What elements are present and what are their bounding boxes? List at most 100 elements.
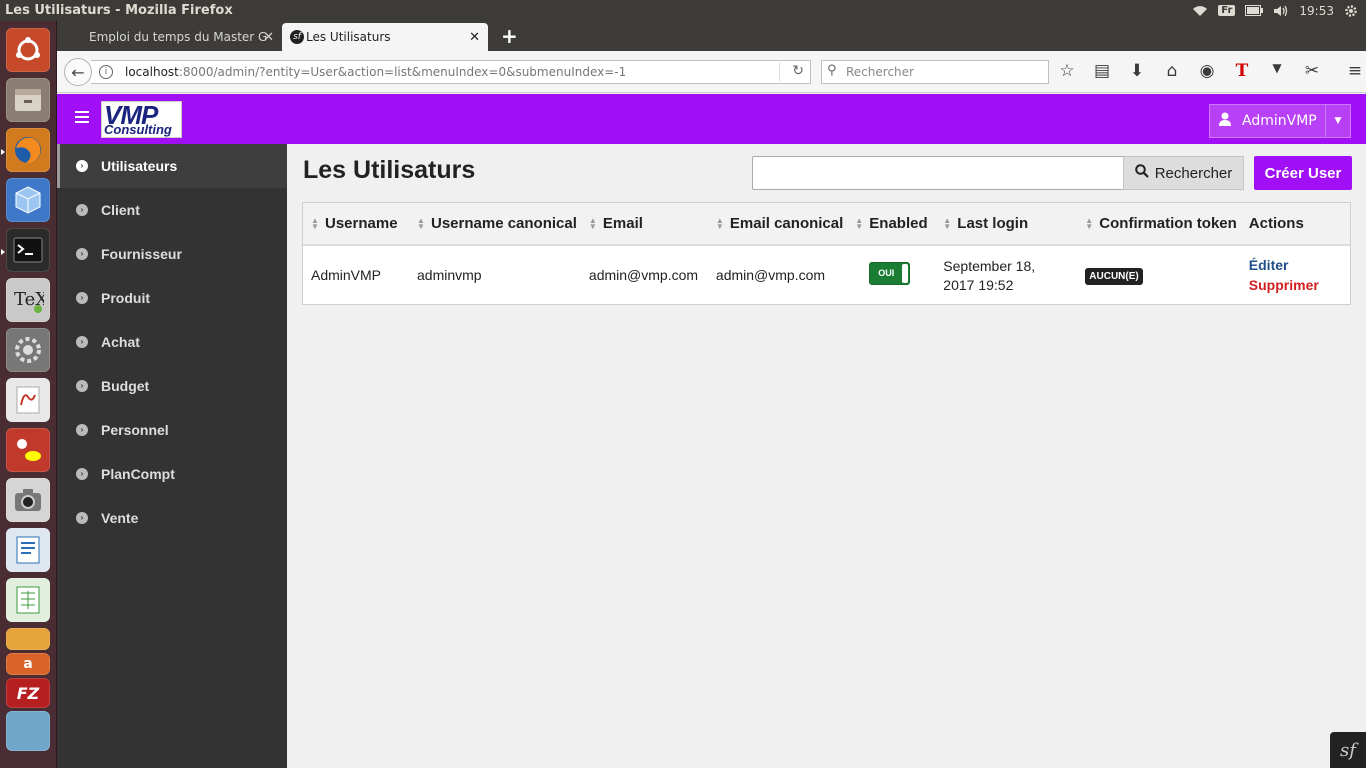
symfony-toolbar-icon[interactable]: sf [1330,732,1366,768]
impress-icon[interactable] [6,628,50,650]
vmp-logo[interactable]: VMP Consulting [101,100,182,138]
reading-list-icon[interactable]: ▤ [1092,61,1112,81]
hamburger-menu-icon[interactable]: ≡ [1345,61,1365,81]
sidebar-item-label: Utilisateurs [101,158,178,174]
texmaker-icon[interactable]: TeX [6,278,50,322]
translate-t-icon[interactable]: T [1232,61,1252,81]
column-header-username-canonical[interactable]: ▲ ▼ Username canonical [409,203,581,246]
clock[interactable]: 19:53 [1299,4,1334,18]
cell-actions: Éditer Supprimer [1241,245,1350,304]
calc-icon[interactable] [6,578,50,622]
user-name: AdminVMP [1242,113,1317,129]
enabled-toggle[interactable]: OUI [869,262,911,285]
virtualbox-icon[interactable] [6,178,50,222]
terminal-icon[interactable] [6,228,50,272]
camera-icon[interactable] [6,478,50,522]
cell-username-canonical: adminvmp [417,267,482,283]
search-icon: ⚲ [827,63,837,78]
back-arrow-icon[interactable]: ← [64,58,92,86]
sidebar-item-produit[interactable]: › Produit [57,276,287,320]
bookmark-star-icon[interactable]: ☆ [1057,61,1077,81]
user-menu-button[interactable]: AdminVMP ▼ [1209,104,1351,138]
sidebar-item-plancompt[interactable]: › PlanCompt [57,452,287,496]
column-header-email[interactable]: ▲ ▼ Email [580,203,708,246]
cell-last-login: September 18, 2017 19:52 [935,245,1077,304]
chevron-down-icon[interactable]: ▼ [1267,61,1287,81]
keyboard-layout-indicator[interactable]: Fr [1218,5,1236,16]
column-header-username[interactable]: ▲ ▼ Username [303,203,409,246]
document-viewer-icon[interactable] [6,378,50,422]
download-arrow-icon[interactable]: ⬇ [1127,61,1147,81]
workbench-icon[interactable] [6,711,50,751]
cell-confirmation-token: AUCUN(E) [1077,245,1241,304]
software-center-icon[interactable]: a [6,653,50,675]
column-label: Email canonical [729,215,844,232]
hamburger-menu-icon[interactable] [75,111,89,126]
column-header-enabled[interactable]: ▲ ▼ Enabled [847,203,936,246]
tab-emploi-du-temps[interactable]: Emploi du temps du Master G ✕ [65,23,282,51]
delete-link[interactable]: Supprimer [1249,277,1346,293]
chevron-circle-right-icon: › [76,468,88,480]
wifi-icon[interactable] [1192,5,1208,17]
column-label: Username [325,215,398,232]
sort-icon: ▲ ▼ [943,216,952,232]
sidebar-item-label: Fournisseur [101,246,182,262]
sidebar-item-vente[interactable]: › Vente [57,496,287,540]
window-title: Les Utilisaturs - Mozilla Firefox [5,3,233,18]
chevron-circle-right-icon: › [76,424,88,436]
column-header-last-login[interactable]: ▲ ▼ Last login [935,203,1078,246]
filezilla-icon[interactable]: FZ [6,678,50,708]
info-icon[interactable]: i [99,65,113,79]
column-header-email-canonical[interactable]: ▲ ▼ Email canonical [707,203,848,246]
create-user-button[interactable]: Créer User [1254,156,1352,190]
new-tab-plus-icon[interactable]: + [501,24,518,48]
pocket-icon[interactable]: ◉ [1197,61,1217,81]
home-icon[interactable]: ⌂ [1162,61,1182,81]
logo-subtext: Consulting [104,122,172,137]
sidebar-item-fournisseur[interactable]: › Fournisseur [57,232,287,276]
sidebar-item-budget[interactable]: › Budget [57,364,287,408]
files-icon[interactable] [6,78,50,122]
draw-icon[interactable] [6,428,50,472]
sidebar-item-achat[interactable]: › Achat [57,320,287,364]
reload-icon[interactable]: ↻ [792,63,804,79]
battery-icon[interactable] [1245,5,1264,16]
search-button-label: Rechercher [1154,164,1233,182]
column-label: Confirmation token [1099,215,1237,232]
sidebar-item-personnel[interactable]: › Personnel [57,408,287,452]
chevron-circle-right-icon: › [76,336,88,348]
column-header-actions: Actions [1240,203,1350,246]
sidebar-item-label: Personnel [101,422,169,438]
close-icon[interactable]: ✕ [469,30,480,45]
sidebar-item-client[interactable]: › Client [57,188,287,232]
writer-icon[interactable] [6,528,50,572]
edit-link[interactable]: Éditer [1249,257,1346,273]
search-input[interactable] [752,156,1124,190]
column-label: Email [602,215,643,232]
volume-icon[interactable] [1273,5,1289,17]
url-path: :8000/admin/?entity=User&action=list&men… [178,65,627,79]
tab-label: Emploi du temps du Master G [89,30,268,44]
sidebar-item-label: Vente [101,510,139,526]
url-bar[interactable]: i localhost:8000/admin/?entity=User&acti… [91,60,811,84]
close-icon[interactable]: ✕ [263,30,274,45]
gear-icon[interactable] [1344,4,1358,18]
screenshot-scissors-icon[interactable]: ✂ [1302,61,1322,81]
caret-down-icon[interactable]: ▼ [1325,105,1350,137]
symfony-icon: sf [290,30,304,44]
search-button[interactable]: Rechercher [1123,156,1244,190]
system-tray: Fr 19:53 [1192,4,1366,18]
table-header-row: ▲ ▼ Username ▲ ▼ Username canonical ▲ ▼ Email … [303,203,1350,246]
column-header-confirmation-token[interactable]: ▲ ▼ Confirmation token [1077,203,1241,246]
tab-les-utilisaturs[interactable]: sf Les Utilisaturs ✕ [282,23,488,51]
cell-email-canonical: admin@vmp.com [715,267,826,283]
firefox-icon[interactable] [6,128,50,172]
sort-icon: ▲ ▼ [417,216,425,232]
ubuntu-dash-icon[interactable] [6,28,50,72]
sidebar-item-utilisateurs[interactable]: › Utilisateurs [57,144,287,188]
sort-icon: ▲ ▼ [1085,216,1094,232]
browser-search-field[interactable]: ⚲ Rechercher [821,60,1049,84]
toggle-knob [902,264,909,283]
system-settings-icon[interactable] [6,328,50,372]
search-icon [1134,164,1149,182]
